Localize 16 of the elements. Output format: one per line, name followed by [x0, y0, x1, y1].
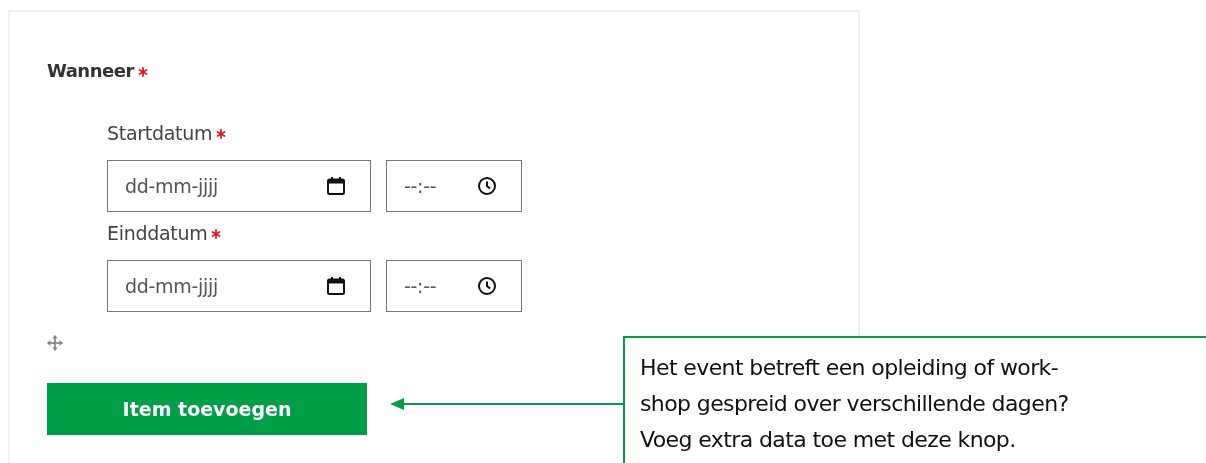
clock-icon	[477, 176, 497, 196]
calendar-icon	[326, 176, 346, 196]
date-field[interactable]: dd-mm-jjjj	[107, 260, 371, 312]
callout-text: Het event betreft een opleiding of work-	[640, 354, 1060, 382]
callout-text: Voeg extra data toe met deze knop.	[640, 426, 1017, 454]
time-field[interactable]: --:--	[386, 160, 522, 212]
field-label: Startdatum	[107, 122, 213, 144]
date-field[interactable]: dd-mm-jjjj	[107, 160, 371, 212]
time-field[interactable]: --:--	[386, 260, 522, 312]
calendar-icon	[326, 276, 346, 296]
section-title: Wanneer	[47, 60, 134, 81]
move-handle-icon[interactable]	[46, 334, 64, 352]
field-label: Einddatum	[107, 222, 208, 244]
add-item-button[interactable]: Item toevoegen	[47, 383, 367, 435]
clock-icon	[477, 276, 497, 296]
callout-text: shop gespreid over verschillende dagen?	[640, 390, 1070, 418]
